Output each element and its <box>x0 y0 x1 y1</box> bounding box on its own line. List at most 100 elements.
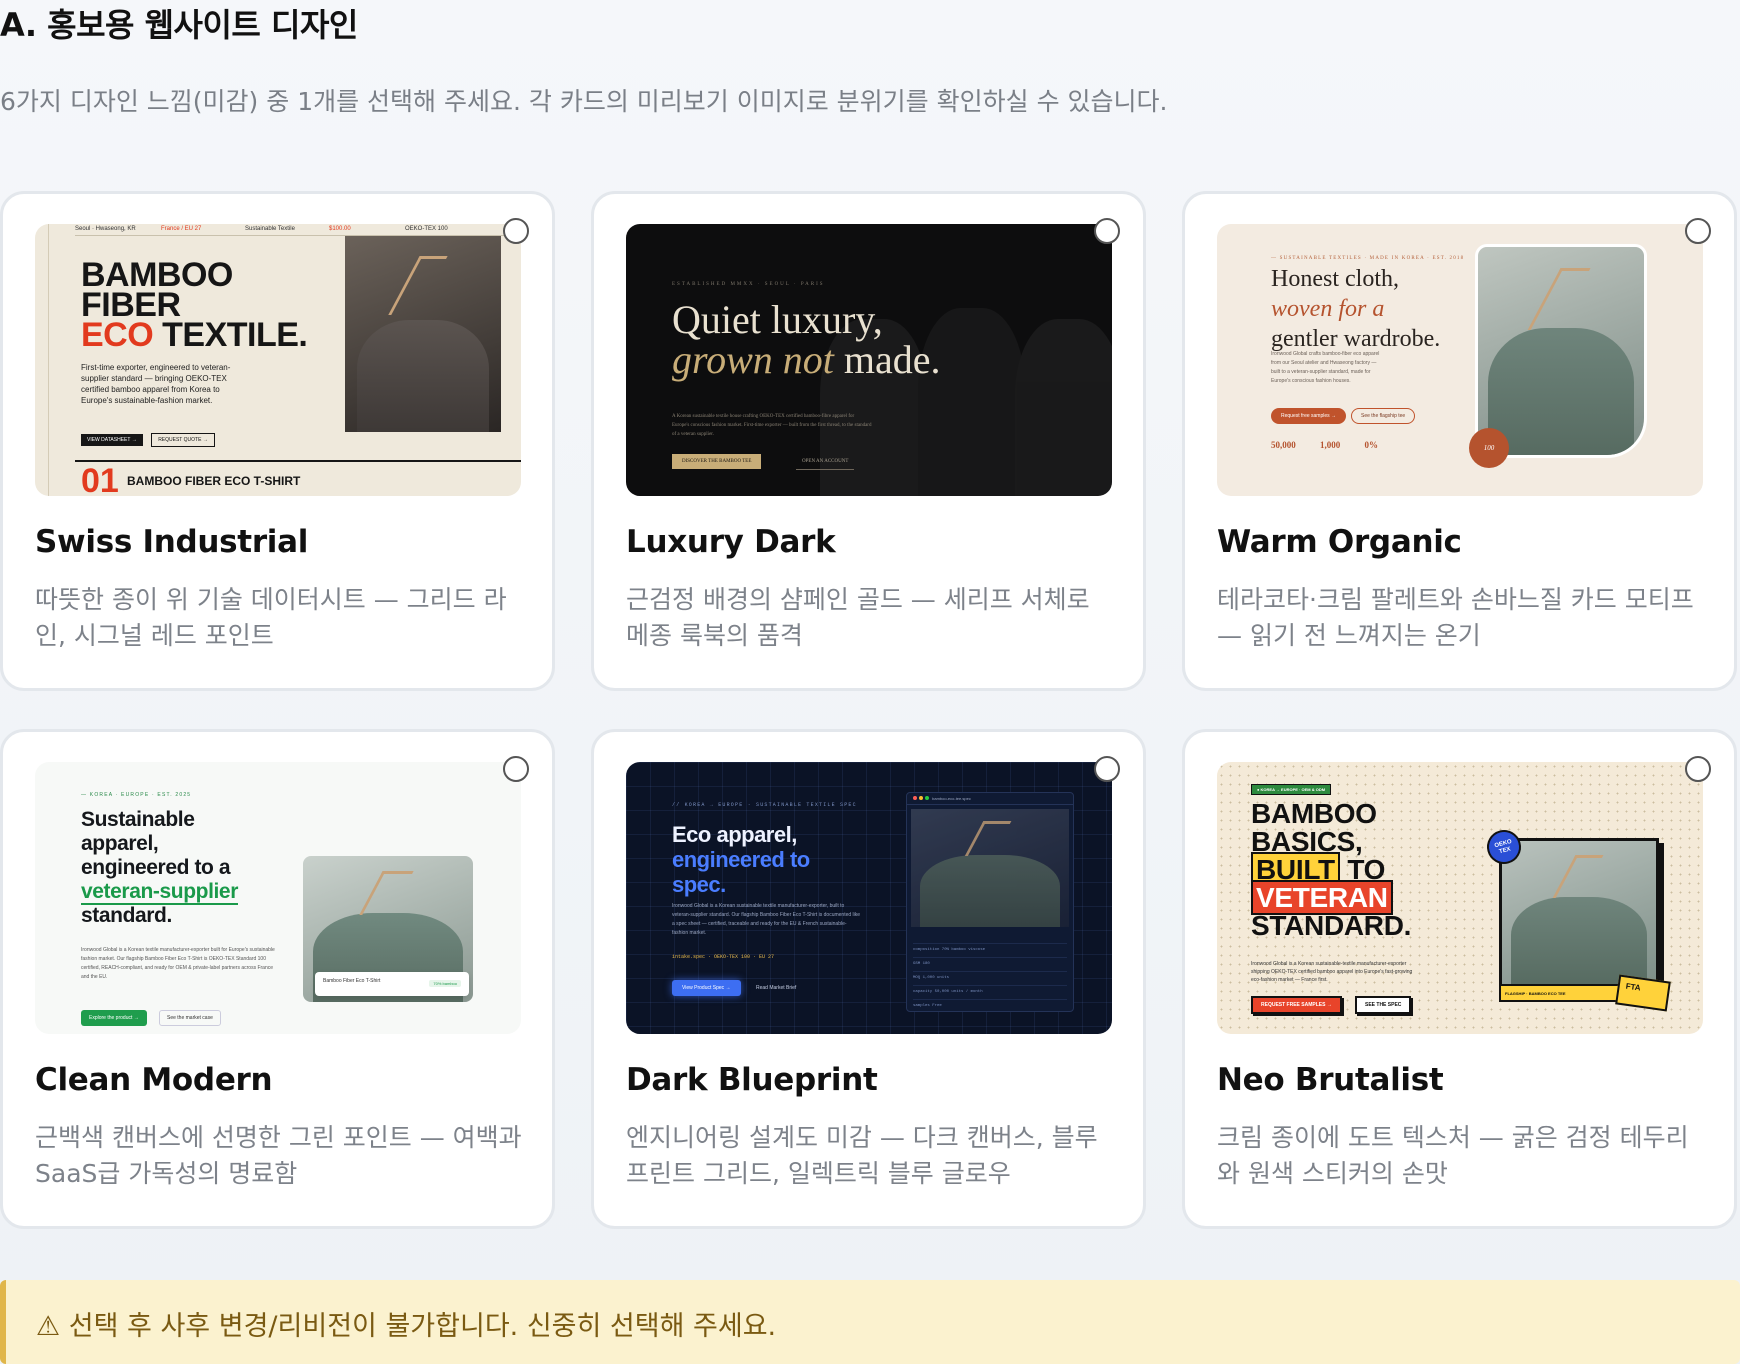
design-card-warm-organic[interactable]: — SUSTAINABLE TEXTILES · MADE IN KOREA ·… <box>1182 191 1737 691</box>
headline-line: STANDARD. <box>1251 910 1412 941</box>
design-card-dark-blueprint[interactable]: // KOREA → EUROPE · SUSTAINABLE TEXTILE … <box>591 729 1146 1229</box>
preview-primary-button: REQUEST FREE SAMPLES → <box>1251 996 1342 1014</box>
topbar-item: Sustainable Textile <box>245 226 295 232</box>
preview-stats: 50,000 1,000 0% <box>1271 440 1400 450</box>
preview-image: — SUSTAINABLE TEXTILES · MADE IN KOREA ·… <box>1217 224 1703 496</box>
headline-line: made. <box>833 337 941 382</box>
preview-image: ESTABLISHED MMXX · SEOUL · PARIS Quiet l… <box>626 224 1112 496</box>
certification-badge: 100 <box>1469 428 1509 468</box>
product-tag-chip: 70% bamboo <box>429 980 461 987</box>
spec-row: GSM 180 <box>913 957 1067 971</box>
headline-line: Eco apparel, <box>672 822 797 847</box>
radio-button[interactable] <box>1094 756 1120 782</box>
topbar-item: OEKO-TEX 100 <box>405 226 448 232</box>
garment-photo <box>345 236 501 432</box>
card-description: 따뜻한 종이 위 기술 데이터시트 — 그리드 라인, 시그널 레드 포인트 <box>35 585 507 650</box>
headline-line: Quiet luxury, <box>672 297 883 342</box>
card-title: Warm Organic <box>1217 524 1462 560</box>
spec-panel-title: bamboo-eco-tee.spec <box>932 796 971 801</box>
garment-photo <box>1475 244 1647 458</box>
preview-image: ● KOREA → EUROPE · OEM & ODM BAMBOO BASI… <box>1217 762 1703 1034</box>
radio-button[interactable] <box>503 756 529 782</box>
preview-eyebrow: // KOREA → EUROPE · SUSTAINABLE TEXTILE … <box>672 802 857 808</box>
preview-body: A Korean sustainable textile house craft… <box>672 414 872 437</box>
preview-headline: BAMBOO BASICS, BUILT TO VETERAN STANDARD… <box>1251 800 1411 940</box>
spec-row: MOQ 1,000 units <box>913 971 1067 985</box>
headline-line: apparel, <box>81 832 159 855</box>
section-description: 6가지 디자인 느낌(미감) 중 1개를 선택해 주세요. 각 카드의 미리보기… <box>0 87 1168 116</box>
preview-body: Ironwood Global is a Korean textile manu… <box>81 947 275 980</box>
stat-value: 1,000 <box>1320 440 1341 450</box>
spec-row: capacity 50,000 units / month <box>913 985 1067 999</box>
preview-primary-button: Explore the product → <box>81 1010 147 1026</box>
preview-body: Ironwood Global is a Korean sustainable … <box>672 903 861 936</box>
preview-secondary-button: See the flagship tee <box>1351 408 1416 424</box>
card-title: Dark Blueprint <box>626 1062 878 1098</box>
product-tag: Bamboo Fiber Eco T-Shirt 70% bamboo <box>315 972 469 996</box>
preview-headline: Eco apparel, engineered to spec. <box>672 822 810 897</box>
design-card-luxury-dark[interactable]: ESTABLISHED MMXX · SEOUL · PARIS Quiet l… <box>591 191 1146 691</box>
garment-photo <box>1499 838 1659 988</box>
spec-row: composition 70% bamboo viscose <box>913 943 1067 957</box>
design-card-swiss-industrial[interactable]: Seoul · Hwaseong, KR France / EU 27 Sust… <box>0 191 555 691</box>
preview-secondary-button: Read Market Brief <box>756 985 797 991</box>
card-description: 근검정 배경의 샴페인 골드 — 세리프 서체로 메종 룩북의 품격 <box>626 585 1090 650</box>
spec-row: samples Free <box>913 999 1067 1013</box>
preview-primary-button: Request free samples → <box>1271 408 1347 424</box>
preview-headline: BAMBOO FIBER ECO TEXTILE. <box>81 258 308 352</box>
card-title: Luxury Dark <box>626 524 836 560</box>
preview-topbar: Seoul · Hwaseong, KR France / EU 27 Sust… <box>75 224 521 236</box>
preview-spec-line: intake.spec · OEKO-TEX 100 · EU 27 <box>672 954 775 960</box>
headline-accent: engineered to <box>672 847 810 872</box>
headline-accent: ECO <box>81 316 154 354</box>
card-title: Clean Modern <box>35 1062 273 1098</box>
headline-line: standard. <box>81 904 172 927</box>
headline-accent: woven for a <box>1271 296 1385 322</box>
design-card-clean-modern[interactable]: — KOREA · EUROPE · EST. 2025 Sustainable… <box>0 729 555 1229</box>
preview-headline: Quiet luxury, grown not made. <box>672 300 941 380</box>
preview-image: — KOREA · EUROPE · EST. 2025 Sustainable… <box>35 762 521 1034</box>
preview-buttons: VIEW DATASHEET → REQUEST QUOTE → <box>81 428 219 447</box>
product-name: BAMBOO FIBER ECO T-SHIRT <box>127 474 301 488</box>
preview-secondary-button: OPEN AN ACCOUNT <box>796 454 855 470</box>
radio-button[interactable] <box>503 218 529 244</box>
card-description: 엔지니어링 설계도 미감 — 다크 캔버스, 블루프린트 그리드, 일렉트릭 블… <box>626 1123 1098 1188</box>
radio-button[interactable] <box>1685 218 1711 244</box>
preview-tag: ● KOREA → EUROPE · OEM & ODM <box>1251 784 1332 795</box>
headline-line: engineered to a <box>81 856 231 879</box>
warning-banner: ⚠ 선택 후 사후 변경/리비전이 불가합니다. 신중히 선택해 주세요. <box>0 1280 1740 1364</box>
section-title: A. 홍보용 웹사이트 디자인 <box>0 6 358 44</box>
stat-value: 50,000 <box>1271 440 1296 450</box>
radio-button[interactable] <box>1685 756 1711 782</box>
topbar-item: $100.00 <box>329 226 351 232</box>
headline-line: TEXTILE. <box>153 316 308 354</box>
headline-accent: veteran-supplier <box>81 880 238 905</box>
topbar-item: France / EU 27 <box>161 226 202 232</box>
stat-value: 0% <box>1364 440 1379 450</box>
headline-accent: spec. <box>672 872 726 897</box>
preview-image: Seoul · Hwaseong, KR France / EU 27 Sust… <box>35 224 521 496</box>
card-title: Swiss Industrial <box>35 524 309 560</box>
preview-eyebrow: — SUSTAINABLE TEXTILES · MADE IN KOREA ·… <box>1271 256 1465 261</box>
preview-primary-button: VIEW DATASHEET → <box>81 434 143 446</box>
card-description: 테라코타·크림 팔레트와 손바느질 카드 모티프 — 읽기 전 느껴지는 온기 <box>1217 585 1694 650</box>
preview-eyebrow: — KOREA · EUROPE · EST. 2025 <box>81 792 192 798</box>
grid-rail <box>35 224 49 496</box>
preview-eyebrow: ESTABLISHED MMXX · SEOUL · PARIS <box>672 282 825 287</box>
preview-headline: Sustainable apparel, engineered to a vet… <box>81 808 238 928</box>
preview-secondary-button: REQUEST QUOTE → <box>151 433 215 447</box>
design-card-neo-brutalist[interactable]: ● KOREA → EUROPE · OEM & ODM BAMBOO BASI… <box>1182 729 1737 1229</box>
radio-button[interactable] <box>1094 218 1120 244</box>
product-tag-label: Bamboo Fiber Eco T-Shirt <box>323 978 381 984</box>
garment-photo <box>911 809 1069 927</box>
card-title: Neo Brutalist <box>1217 1062 1444 1098</box>
preview-body: Ironwood Global is a Korean sustainable-… <box>1251 961 1413 983</box>
preview-secondary-button: See the market case <box>159 1010 221 1026</box>
product-number: 01 <box>81 462 119 496</box>
warning-text: ⚠ 선택 후 사후 변경/리비전이 불가합니다. 신중히 선택해 주세요. <box>36 1311 777 1342</box>
card-description: 크림 종이에 도트 텍스처 — 굵은 검정 테두리와 원색 스티커의 손맛 <box>1217 1123 1689 1188</box>
topbar-item: Seoul · Hwaseong, KR <box>75 226 136 232</box>
preview-body: Ironwood Global crafts bamboo-fiber eco … <box>1271 351 1380 384</box>
headline-line: Sustainable <box>81 808 195 831</box>
headline-line: Honest cloth, <box>1271 266 1399 292</box>
